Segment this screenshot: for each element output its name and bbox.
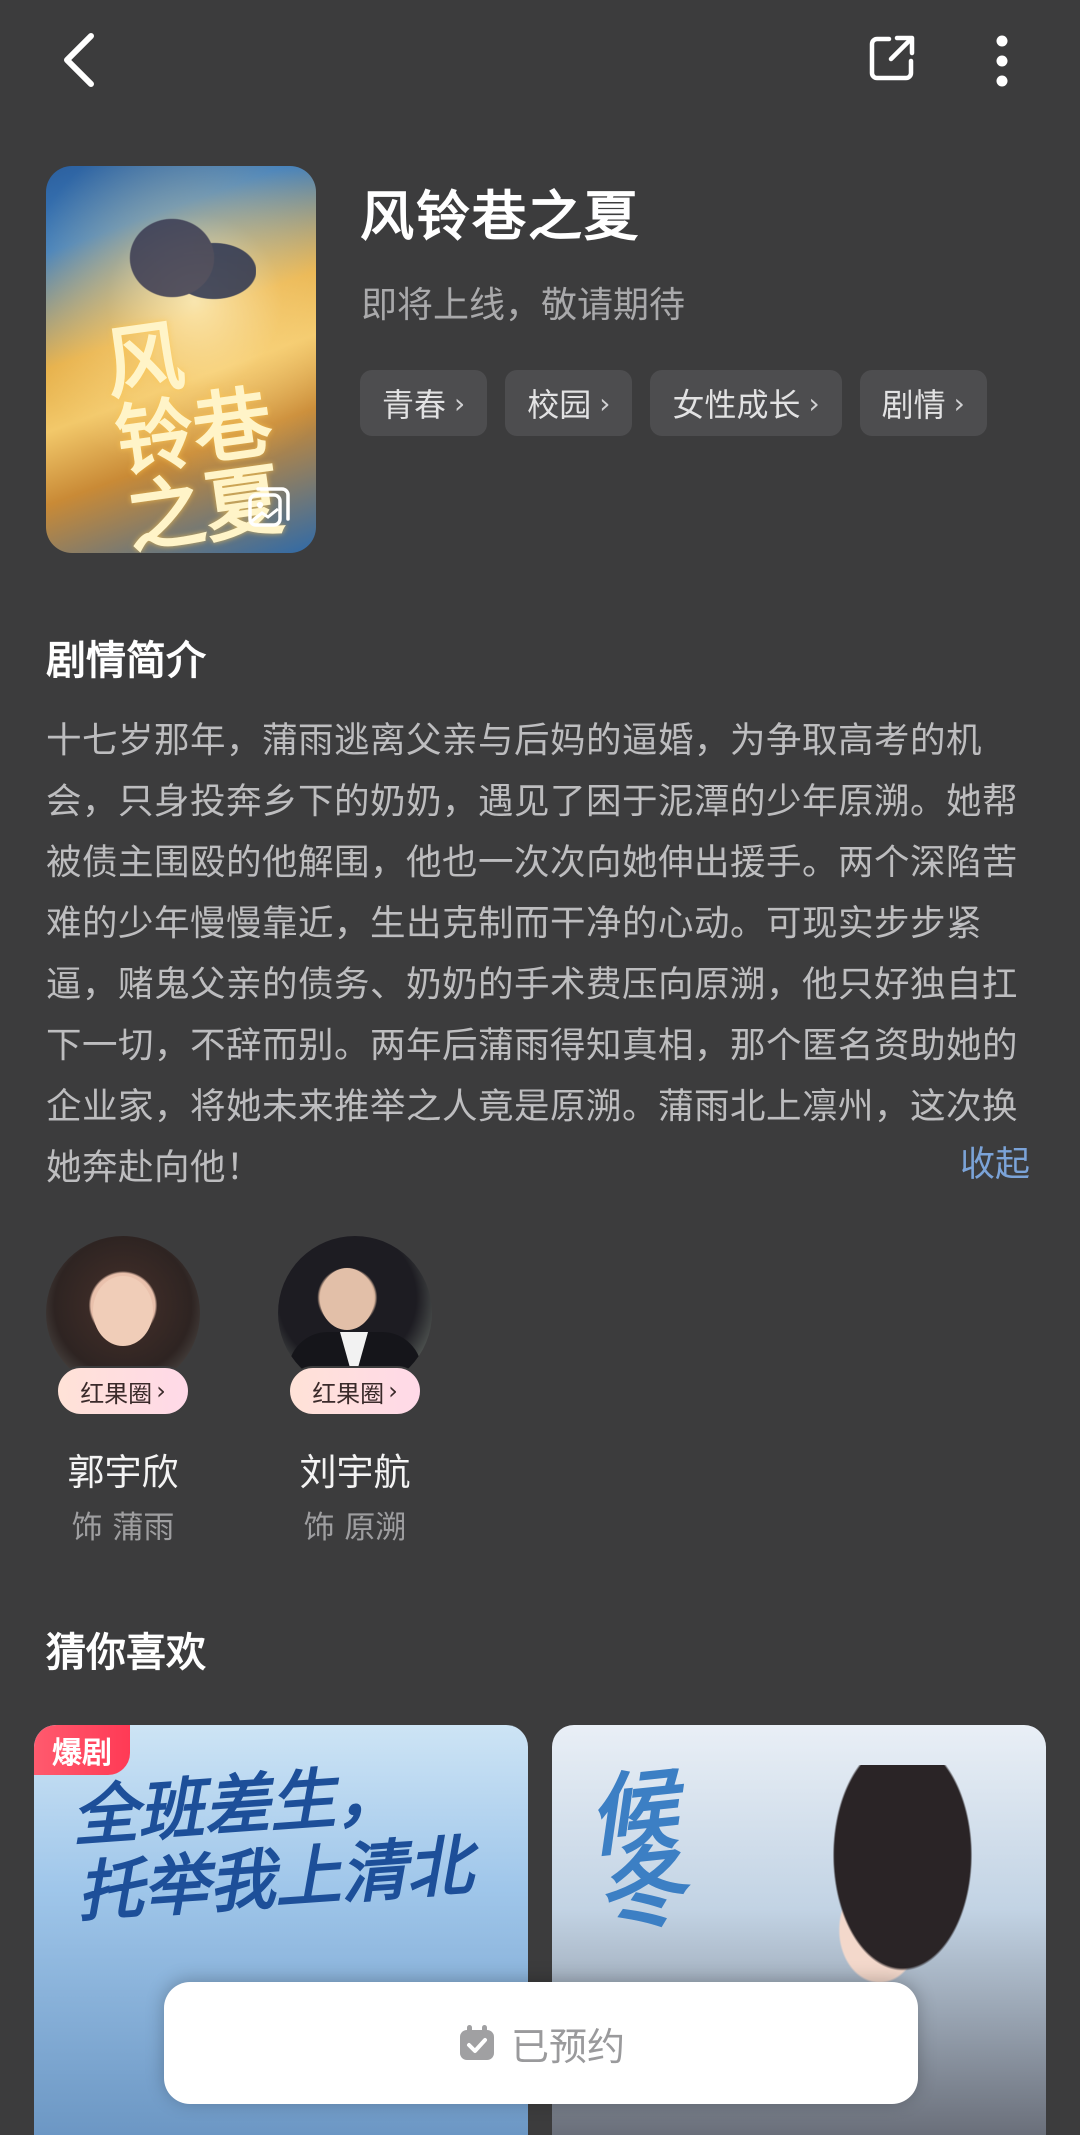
actor-role: 饰 蒲雨 [71, 1510, 175, 1546]
show-title: 风铃巷之夏 [360, 185, 640, 248]
top-bar [0, 0, 1080, 130]
chevron-right-icon: › [808, 386, 820, 420]
hot-badge: 爆剧 [34, 1725, 130, 1775]
card-poster-title: 候 冬 [583, 1757, 690, 1946]
card-poster-title-line: 冬 [590, 1832, 690, 1946]
recommend-heading: 猜你喜欢 [46, 1630, 206, 1676]
chevron-right-icon: › [388, 1377, 398, 1405]
show-poster[interactable]: 风 铃巷 之夏 [46, 166, 316, 553]
chevron-right-icon: › [599, 386, 611, 420]
synopsis-text: 十七岁那年，蒲雨逃离父亲与后妈的逼婚，为争取高考的机会，只身投奔乡下的奶奶，遇见… [46, 720, 1019, 1188]
release-status: 即将上线，敬请期待 [361, 285, 686, 326]
tag-female-growth[interactable]: 女性成长 › [650, 370, 842, 436]
tag-label: 校园 [527, 386, 592, 424]
actor-name: 郭宇欣 [67, 1451, 179, 1494]
tag-campus[interactable]: 校园 › [505, 370, 633, 436]
more-vertical-icon [996, 35, 1008, 87]
tag-label: 女性成长 [672, 386, 801, 424]
back-arrow-icon [64, 33, 94, 87]
share-icon [869, 35, 915, 81]
hongguo-circle-badge[interactable]: 红果圈 › [56, 1366, 190, 1416]
avatar-face [320, 1268, 374, 1330]
actor-role: 饰 原溯 [303, 1510, 407, 1546]
tag-drama[interactable]: 剧情 › [859, 370, 987, 436]
chevron-right-icon: › [454, 386, 466, 420]
badge-label: 红果圈 [80, 1379, 153, 1408]
badge-label: 红果圈 [312, 1379, 385, 1408]
tag-label: 剧情 [881, 386, 946, 424]
tag-youth[interactable]: 青春 › [360, 370, 488, 436]
hongguo-circle-badge[interactable]: 红果圈 › [288, 1366, 422, 1416]
collapse-link[interactable]: 收起 [960, 1136, 1030, 1187]
chevron-right-icon: › [156, 1377, 166, 1405]
more-button[interactable] [978, 26, 1026, 96]
card-poster-title: 全班差生， 托举我上清北 [69, 1751, 475, 1932]
tag-label: 青春 [382, 386, 447, 424]
chevron-right-icon: › [953, 386, 965, 420]
genre-tags: 青春 › 校园 › 女性成长 › 剧情 › [360, 370, 987, 436]
calendar-check-icon [459, 2025, 494, 2060]
reserved-button[interactable]: 已预约 [164, 1982, 918, 2104]
reserved-label: 已预约 [510, 2024, 625, 2069]
actor-name: 刘宇航 [299, 1451, 411, 1494]
gallery-icon[interactable] [246, 485, 292, 531]
share-button[interactable] [860, 26, 924, 90]
synopsis-heading: 剧情简介 [46, 638, 206, 684]
back-button[interactable] [44, 22, 112, 98]
avatar-face [93, 1276, 153, 1346]
